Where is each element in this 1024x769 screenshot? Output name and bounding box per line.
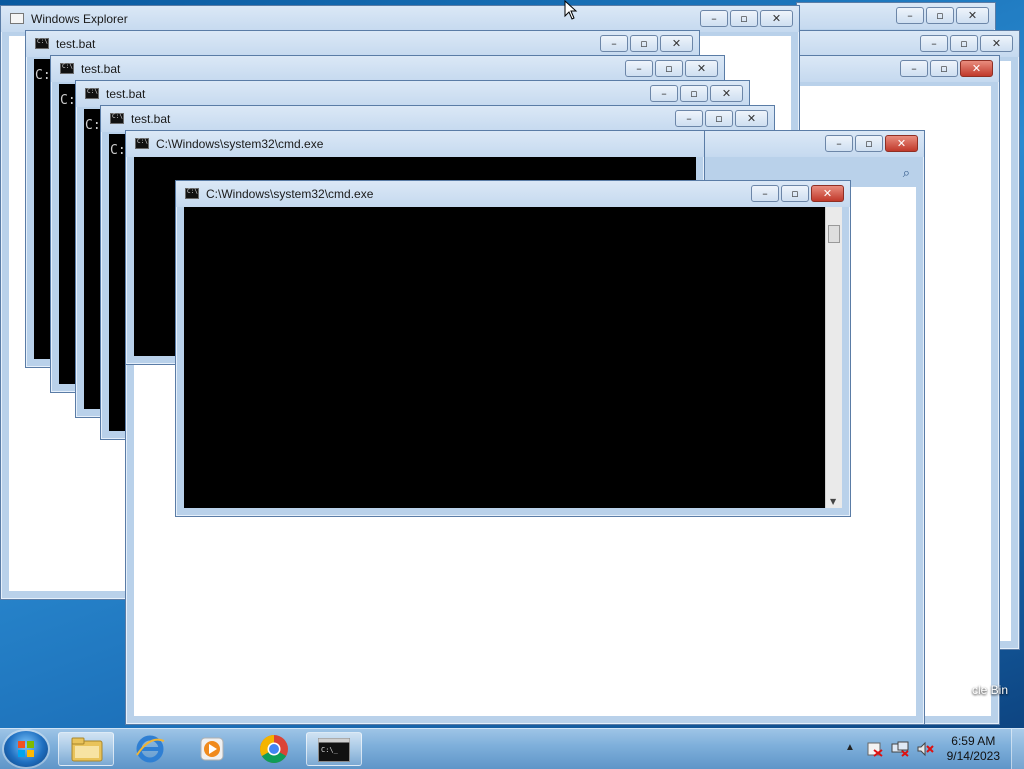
window-titlebar[interactable]: C:\Windows\system32\cmd.exe	[126, 131, 704, 157]
action-center-warning-icon[interactable]	[866, 741, 884, 757]
window-title: test.bat	[106, 87, 146, 101]
taskbar-cmd[interactable]: C:\_	[306, 732, 362, 766]
clock-date: 9/14/2023	[946, 749, 1000, 763]
close-button[interactable]: ✕	[660, 35, 693, 52]
maximize-button[interactable]: ▫	[930, 60, 958, 77]
close-button[interactable]: ✕	[980, 35, 1013, 52]
window-controls: – ▫ ✕	[625, 60, 718, 77]
taskbar-file-explorer[interactable]	[58, 732, 114, 766]
window-title: C:\Windows\system32\cmd.exe	[156, 137, 324, 151]
maximize-button[interactable]: ▫	[680, 85, 708, 102]
close-button[interactable]: ✕	[710, 85, 743, 102]
window-title: test.bat	[81, 62, 121, 76]
window-controls: – ▫ ✕	[650, 85, 743, 102]
window-titlebar[interactable]: test.bat	[26, 31, 699, 57]
minimize-button[interactable]: –	[900, 60, 928, 77]
media-player-icon	[200, 737, 224, 761]
cmd-icon	[135, 138, 149, 149]
clock-time: 6:59 AM	[951, 734, 996, 748]
scroll-down-arrow-icon[interactable]: ▼	[830, 497, 836, 506]
window-title: test.bat	[131, 112, 171, 126]
maximize-button[interactable]: ▫	[781, 185, 809, 202]
close-button[interactable]: ✕	[956, 7, 989, 24]
window-controls: – ▫ ✕	[825, 135, 918, 152]
maximize-button[interactable]: ▫	[926, 7, 954, 24]
window-controls: – ▫ ✕	[600, 35, 693, 52]
taskbar-media-player[interactable]	[184, 732, 240, 766]
cmd-icon	[110, 113, 124, 124]
minimize-button[interactable]: –	[896, 7, 924, 24]
close-button[interactable]: ✕	[760, 10, 793, 27]
search-icon[interactable]: ⌕	[903, 165, 910, 181]
window-title: C:\Windows\system32\cmd.exe	[206, 187, 374, 201]
close-button[interactable]: ✕	[885, 135, 918, 152]
taskbar-internet-explorer[interactable]	[122, 732, 178, 766]
vertical-scrollbar[interactable]: ▼	[825, 207, 842, 508]
volume-muted-icon[interactable]	[916, 741, 934, 757]
close-button[interactable]: ✕	[811, 185, 844, 202]
taskbar: C:\_ ▲ 6:59 AM 9/14/2023	[0, 728, 1024, 769]
windows-logo-icon	[18, 741, 34, 757]
window-titlebar[interactable]: test.bat	[101, 106, 774, 132]
minimize-button[interactable]: –	[825, 135, 853, 152]
window-titlebar[interactable]: test.bat	[51, 56, 724, 82]
internet-explorer-icon	[136, 735, 165, 763]
cmd-icon	[85, 88, 99, 99]
cmd-icon	[35, 38, 49, 49]
network-icon[interactable]	[891, 741, 909, 757]
folder-icon	[71, 737, 103, 762]
minimize-button[interactable]: –	[600, 35, 628, 52]
window-controls: – ▫ ✕	[675, 110, 768, 127]
system-clock[interactable]: 6:59 AM 9/14/2023	[947, 734, 1000, 764]
console-text: C:	[35, 68, 51, 83]
window-controls: – ▫ ✕	[700, 10, 793, 27]
window-titlebar[interactable]: C:\Windows\system32\cmd.exe	[176, 181, 850, 207]
minimize-button[interactable]: –	[920, 35, 948, 52]
close-button[interactable]: ✕	[960, 60, 993, 77]
explorer-icon	[10, 13, 24, 24]
window-title: Windows Explorer	[31, 12, 128, 26]
minimize-button[interactable]: –	[675, 110, 703, 127]
window-titlebar[interactable]: Windows Explorer	[1, 6, 799, 32]
cmd-icon	[60, 63, 74, 74]
maximize-button[interactable]: ▫	[950, 35, 978, 52]
minimize-button[interactable]: –	[625, 60, 653, 77]
close-button[interactable]: ✕	[735, 110, 768, 127]
start-button[interactable]	[4, 731, 48, 767]
cmd-icon: C:\_	[318, 738, 350, 762]
console-area[interactable]: ▼	[184, 207, 842, 508]
mouse-cursor-icon	[564, 0, 578, 20]
window-controls: – ▫ ✕	[900, 60, 993, 77]
console-text: C:	[85, 118, 101, 133]
cmd-icon	[185, 188, 199, 199]
console-text: C:	[110, 143, 126, 158]
scroll-thumb[interactable]	[828, 225, 840, 243]
maximize-button[interactable]: ▫	[630, 35, 658, 52]
window-controls: – ▫ ✕	[920, 35, 1013, 52]
cmd-window[interactable]: C:\Windows\system32\cmd.exe – ▫ ✕ ▼	[175, 180, 851, 517]
window-title: test.bat	[56, 37, 96, 51]
recycle-bin-label[interactable]: cle Bin	[972, 683, 1008, 697]
show-desktop-button[interactable]	[1011, 729, 1024, 769]
show-hidden-icons-icon[interactable]: ▲	[845, 742, 855, 753]
window-titlebar[interactable]: test.bat	[76, 81, 749, 107]
taskbar-chrome[interactable]	[246, 732, 302, 766]
console-text: C:	[60, 93, 76, 108]
maximize-button[interactable]: ▫	[655, 60, 683, 77]
svg-text:C:\_: C:\_	[321, 746, 339, 754]
chrome-icon	[260, 735, 288, 763]
close-button[interactable]: ✕	[685, 60, 718, 77]
window-controls: – ▫ ✕	[896, 7, 989, 24]
minimize-button[interactable]: –	[650, 85, 678, 102]
maximize-button[interactable]: ▫	[705, 110, 733, 127]
maximize-button[interactable]: ▫	[855, 135, 883, 152]
maximize-button[interactable]: ▫	[730, 10, 758, 27]
window-controls: – ▫ ✕	[751, 185, 844, 202]
minimize-button[interactable]: –	[751, 185, 779, 202]
minimize-button[interactable]: –	[700, 10, 728, 27]
